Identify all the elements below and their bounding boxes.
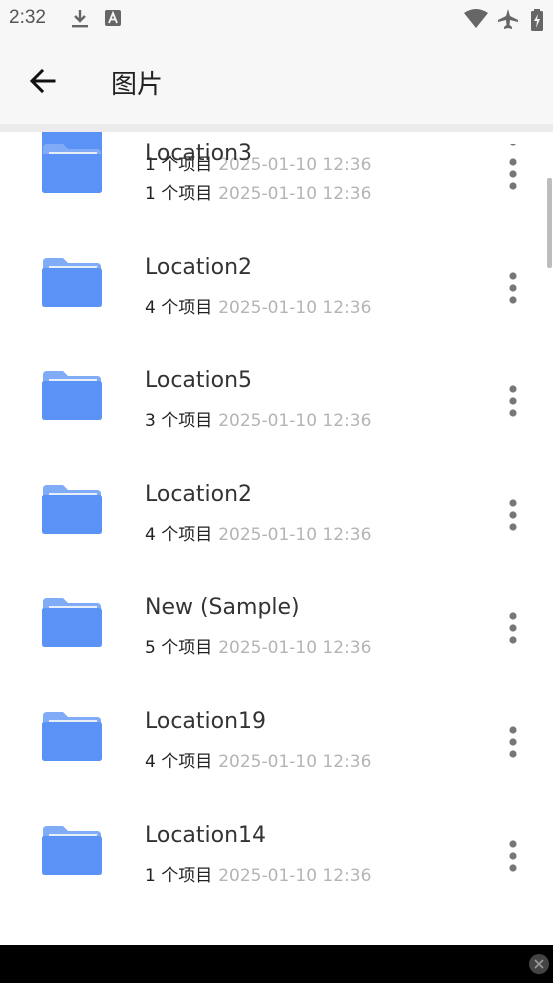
status-bar: 2:32 [0,0,553,38]
status-time: 2:32 [9,7,46,28]
folder-name: Location5 [145,368,253,394]
download-icon [72,10,88,28]
back-button[interactable] [24,62,62,100]
folder-name: Location3 [145,141,253,166]
wifi-icon [464,9,488,28]
folder-name: Location2 [145,481,253,507]
folder-name: Location2 [145,254,253,280]
folder-row[interactable]: Location5 3 个项目 2025-01-10 12:36 [0,299,553,431]
folder-row[interactable]: Location14 1 个项目 2025-01-10 12:36 [0,754,553,886]
folder-row[interactable]: New (Sample) 5 个项目 2025-01-10 12:36 [0,526,553,658]
folder-row[interactable]: Location2 4 个项目 2025-01-10 12:36 [0,413,553,545]
airplane-icon [498,9,518,29]
navigation-bar [0,945,553,983]
folder-icon [42,825,102,875]
battery-icon [531,9,543,31]
folder-date: 2025-01-10 12:36 [218,865,372,886]
scrollbar[interactable] [547,178,552,268]
header-divider [0,124,553,132]
page-title: 图片 [111,70,164,100]
folder-row[interactable]: Location2 4 个项目 2025-01-10 12:36 [0,186,553,318]
folder-list[interactable]: 1 个项目 2025-01-10 12:36 Location3 1 个项目 202… [0,132,553,945]
folder-meta: 1 个项目 2025-01-10 12:36 [145,861,371,886]
folder-item-count: 1 个项目 [145,865,213,886]
close-button[interactable] [529,954,549,974]
close-icon [534,959,544,969]
more-options-button[interactable] [498,836,528,876]
app-bar: 图片 [0,38,553,124]
more-vert-icon [509,839,517,872]
arrow-left-icon [29,68,56,94]
folder-row[interactable]: Location3 1 个项目 2025-01-10 12:36 [0,132,553,204]
folder-name: Location19 [145,709,267,734]
a-badge-icon [105,10,121,26]
folder-row[interactable]: Location19 4 个项目 2025-01-10 12:36 [0,640,553,772]
folder-name: New (Sample) [145,595,300,621]
folder-name: Location14 [145,822,267,848]
